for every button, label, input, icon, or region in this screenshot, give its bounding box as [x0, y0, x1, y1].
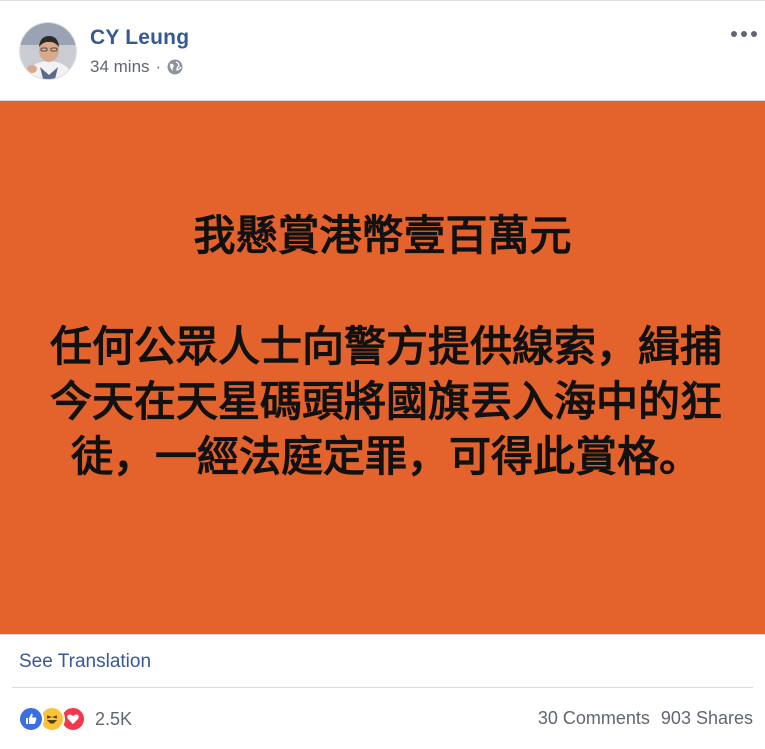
- globe-icon[interactable]: [166, 58, 184, 76]
- reaction-count[interactable]: 2.5K: [95, 709, 132, 730]
- banner-body: 任何公眾人士向警方提供線索，緝捕今天在天星碼頭將國旗丟入海中的狂徒，一經法庭定罪…: [49, 322, 722, 481]
- engagement-stats: 30 Comments 903 Shares: [538, 708, 753, 729]
- post-timestamp[interactable]: 34 mins: [90, 57, 150, 77]
- comments-count-link[interactable]: 30 Comments: [538, 708, 650, 729]
- post-meta: 34 mins ·: [90, 57, 184, 77]
- shares-count-link[interactable]: 903 Shares: [661, 708, 753, 729]
- divider: [12, 687, 753, 688]
- avatar-portrait-icon: [20, 23, 76, 79]
- like-icon: [18, 706, 44, 732]
- see-translation-link[interactable]: See Translation: [19, 651, 151, 673]
- reactions-summary[interactable]: 2.5K: [18, 704, 132, 734]
- banner-title: 我懸賞港幣壹百萬元: [193, 211, 572, 260]
- post-image-banner[interactable]: 我懸賞港幣壹百萬元 任何公眾人士向警方提供線索，緝捕今天在天星碼頭將國旗丟入海中…: [0, 100, 765, 635]
- author-avatar[interactable]: [19, 22, 77, 80]
- meta-separator: ·: [155, 57, 162, 76]
- post-header: CY Leung 34 mins ·: [0, 1, 765, 101]
- more-dot: [741, 31, 747, 37]
- post-card: CY Leung 34 mins · 我懸賞港幣壹百萬元 任何公眾人士向警方提供…: [0, 0, 765, 749]
- author-name[interactable]: CY Leung: [90, 26, 189, 50]
- more-dot: [731, 31, 737, 37]
- more-dot: [751, 31, 757, 37]
- more-options-icon[interactable]: [731, 23, 757, 45]
